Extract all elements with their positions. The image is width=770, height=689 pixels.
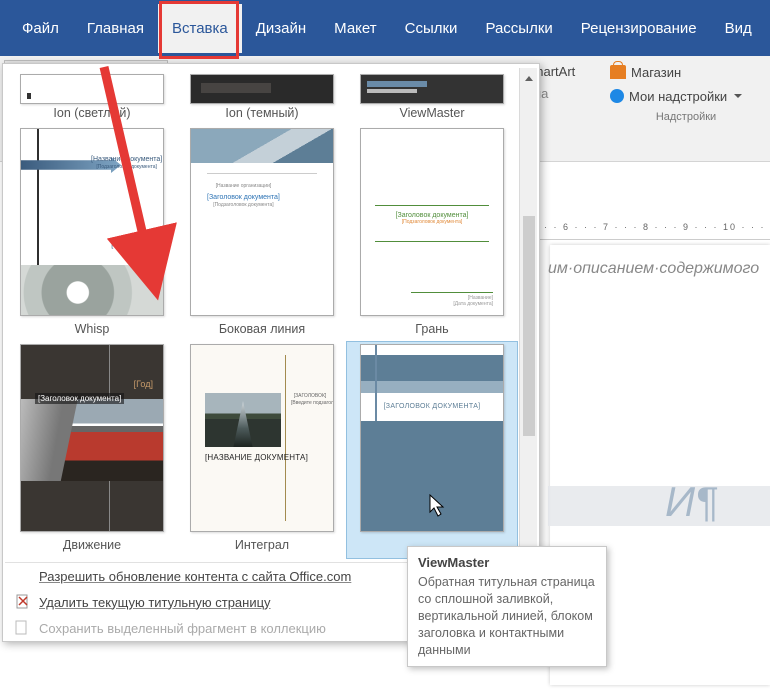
gallery-scrollbar[interactable]	[519, 68, 537, 562]
save-selection-icon	[15, 620, 31, 636]
tab-home[interactable]: Главная	[73, 4, 158, 53]
tab-layout[interactable]: Макет	[320, 4, 390, 53]
addins-group: Магазин Мои надстройки Надстройки	[606, 60, 766, 126]
tab-mailings[interactable]: Рассылки	[471, 4, 566, 53]
tab-design[interactable]: Дизайн	[242, 4, 320, 53]
ruler[interactable]: · · 6 · · · 7 · · · 8 · · · 9 · · · 10 ·…	[540, 222, 770, 240]
addins-icon	[610, 89, 624, 103]
tooltip-body: Обратная титульная страница со сплошной …	[418, 574, 596, 658]
pilcrow: И¶	[665, 478, 718, 526]
my-addins-button[interactable]: Мои надстройки	[606, 84, 766, 108]
scroll-up-button[interactable]	[522, 70, 536, 86]
remove-page-icon	[15, 594, 31, 610]
store-icon	[610, 65, 626, 79]
tooltip-title: ViewMaster	[418, 555, 596, 570]
gallery-item-whisp[interactable]: [Название документа][Подзаголовок докуме…	[7, 126, 177, 342]
globe-icon	[15, 568, 31, 584]
document-text: им·описанием·содержимого	[548, 260, 770, 278]
group-label-addins: Надстройки	[606, 111, 766, 123]
tooltip: ViewMaster Обратная титульная страница с…	[407, 546, 607, 667]
tab-review[interactable]: Рецензирование	[567, 4, 711, 53]
tab-insert[interactable]: Вставка	[158, 4, 242, 53]
store-button[interactable]: Магазин	[606, 60, 766, 84]
tab-file[interactable]: Файл	[8, 4, 73, 53]
gallery-item-viewmaster[interactable]: ViewMaster	[347, 72, 517, 126]
tab-references[interactable]: Ссылки	[391, 4, 472, 53]
gallery-item-ion-dark[interactable]: Ion (темный)	[177, 72, 347, 126]
gallery-item-integral[interactable]: [ЗАГОЛОВОК] [Введите подзаголовок докуме…	[177, 342, 347, 558]
gallery-item-facet[interactable]: [Заголовок документа][Подзаголовок докум…	[347, 126, 517, 342]
gallery-item-ion-light[interactable]: Ion (светлый)	[7, 72, 177, 126]
gallery-item-viewmaster2[interactable]: [ЗАГОЛОВОК ДОКУМЕНТА]	[347, 342, 517, 558]
chevron-down-icon	[734, 94, 742, 98]
gallery-item-motion[interactable]: [Год] [Заголовок документа] Движение	[7, 342, 177, 558]
tab-view[interactable]: Вид	[711, 4, 766, 53]
ribbon-tabs: Файл Главная Вставка Дизайн Макет Ссылки…	[0, 0, 770, 56]
scroll-thumb[interactable]	[523, 216, 535, 436]
gray-band	[548, 486, 770, 526]
gallery-item-sideline[interactable]: [Название организации][Заголовок докумен…	[177, 126, 347, 342]
